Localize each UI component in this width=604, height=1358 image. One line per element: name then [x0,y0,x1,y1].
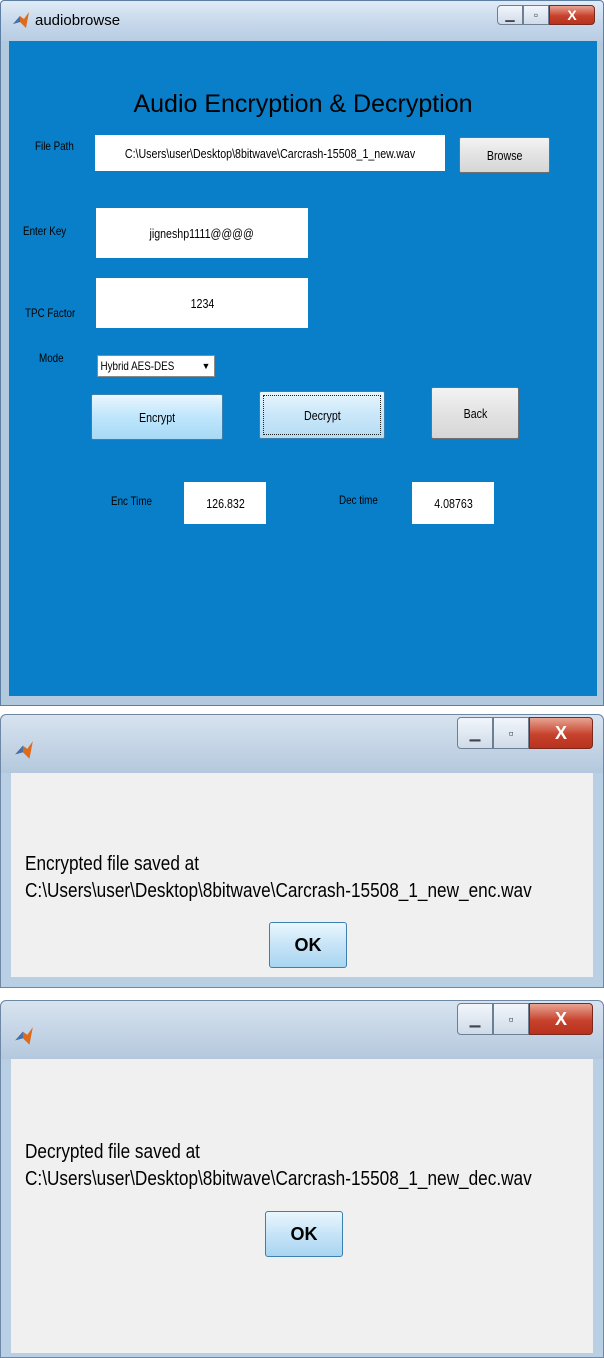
key-field[interactable]: jigneshp1111@@@@ [96,208,308,258]
decrypt-button[interactable]: Decrypt [259,391,385,439]
mode-label: Mode [39,351,64,365]
matlab-logo-icon [15,1027,33,1045]
encrypted-dialog: ▁ ▫ X Encrypted file saved at C:\Users\u… [0,714,604,988]
ok-button[interactable]: OK [269,922,347,968]
maximize-icon[interactable]: ▫ [523,5,549,25]
close-icon[interactable]: X [529,1003,593,1035]
tpc-factor-label: TPC Factor [25,306,76,320]
matlab-logo-icon [13,12,29,28]
back-button[interactable]: Back [431,387,519,439]
dialog-message: Encrypted file saved at C:\Users\user\De… [25,851,532,905]
encrypt-button[interactable]: Encrypt [91,394,223,440]
dec-time-label: Dec time [339,493,378,507]
main-window: audiobrowse ▁ ▫ X Audio Encryption & Dec… [0,0,604,706]
message-line-1: Encrypted file saved at [25,853,200,875]
dialog-title-bar[interactable]: ▁ ▫ X [1,1001,603,1059]
minimize-icon[interactable]: ▁ [497,5,523,25]
matlab-logo-icon [15,741,33,759]
enc-time-value: 126.832 [184,482,266,524]
minimize-icon[interactable]: ▁ [457,717,493,749]
dec-time-value: 4.08763 [412,482,494,524]
page-title: Audio Encryption & Decryption [133,90,473,118]
message-line-2: C:\Users\user\Desktop\8bitwave\Carcrash-… [25,880,532,902]
message-line-2: C:\Users\user\Desktop\8bitwave\Carcrash-… [25,1168,532,1190]
file-path-label: File Path [35,139,74,153]
file-path-field[interactable]: C:\Users\user\Desktop\8bitwave\Carcrash-… [95,135,445,171]
dialog-title-bar[interactable]: ▁ ▫ X [1,715,603,773]
window-title: audiobrowse [35,12,121,29]
mode-select[interactable]: Hybrid AES-DES ▼ [97,355,215,377]
message-line-1: Decrypted file saved at [25,1141,200,1163]
chevron-down-icon[interactable]: ▼ [198,361,214,371]
ok-button[interactable]: OK [265,1211,343,1257]
title-bar[interactable]: audiobrowse ▁ ▫ X [1,1,603,41]
tpc-factor-field[interactable]: 1234 [96,278,308,328]
maximize-icon[interactable]: ▫ [493,717,529,749]
enc-time-label: Enc Time [111,494,153,508]
main-panel: Audio Encryption & Decryption File Path … [9,41,597,696]
dialog-body [11,1059,593,1353]
maximize-icon[interactable]: ▫ [493,1003,529,1035]
dialog-message: Decrypted file saved at C:\Users\user\De… [25,1139,532,1193]
minimize-icon[interactable]: ▁ [457,1003,493,1035]
key-label: Enter Key [23,224,67,238]
close-icon[interactable]: X [549,5,595,25]
decrypted-dialog: ▁ ▫ X Decrypted file saved at C:\Users\u… [0,1000,604,1358]
close-icon[interactable]: X [529,717,593,749]
browse-button[interactable]: Browse [459,137,550,173]
